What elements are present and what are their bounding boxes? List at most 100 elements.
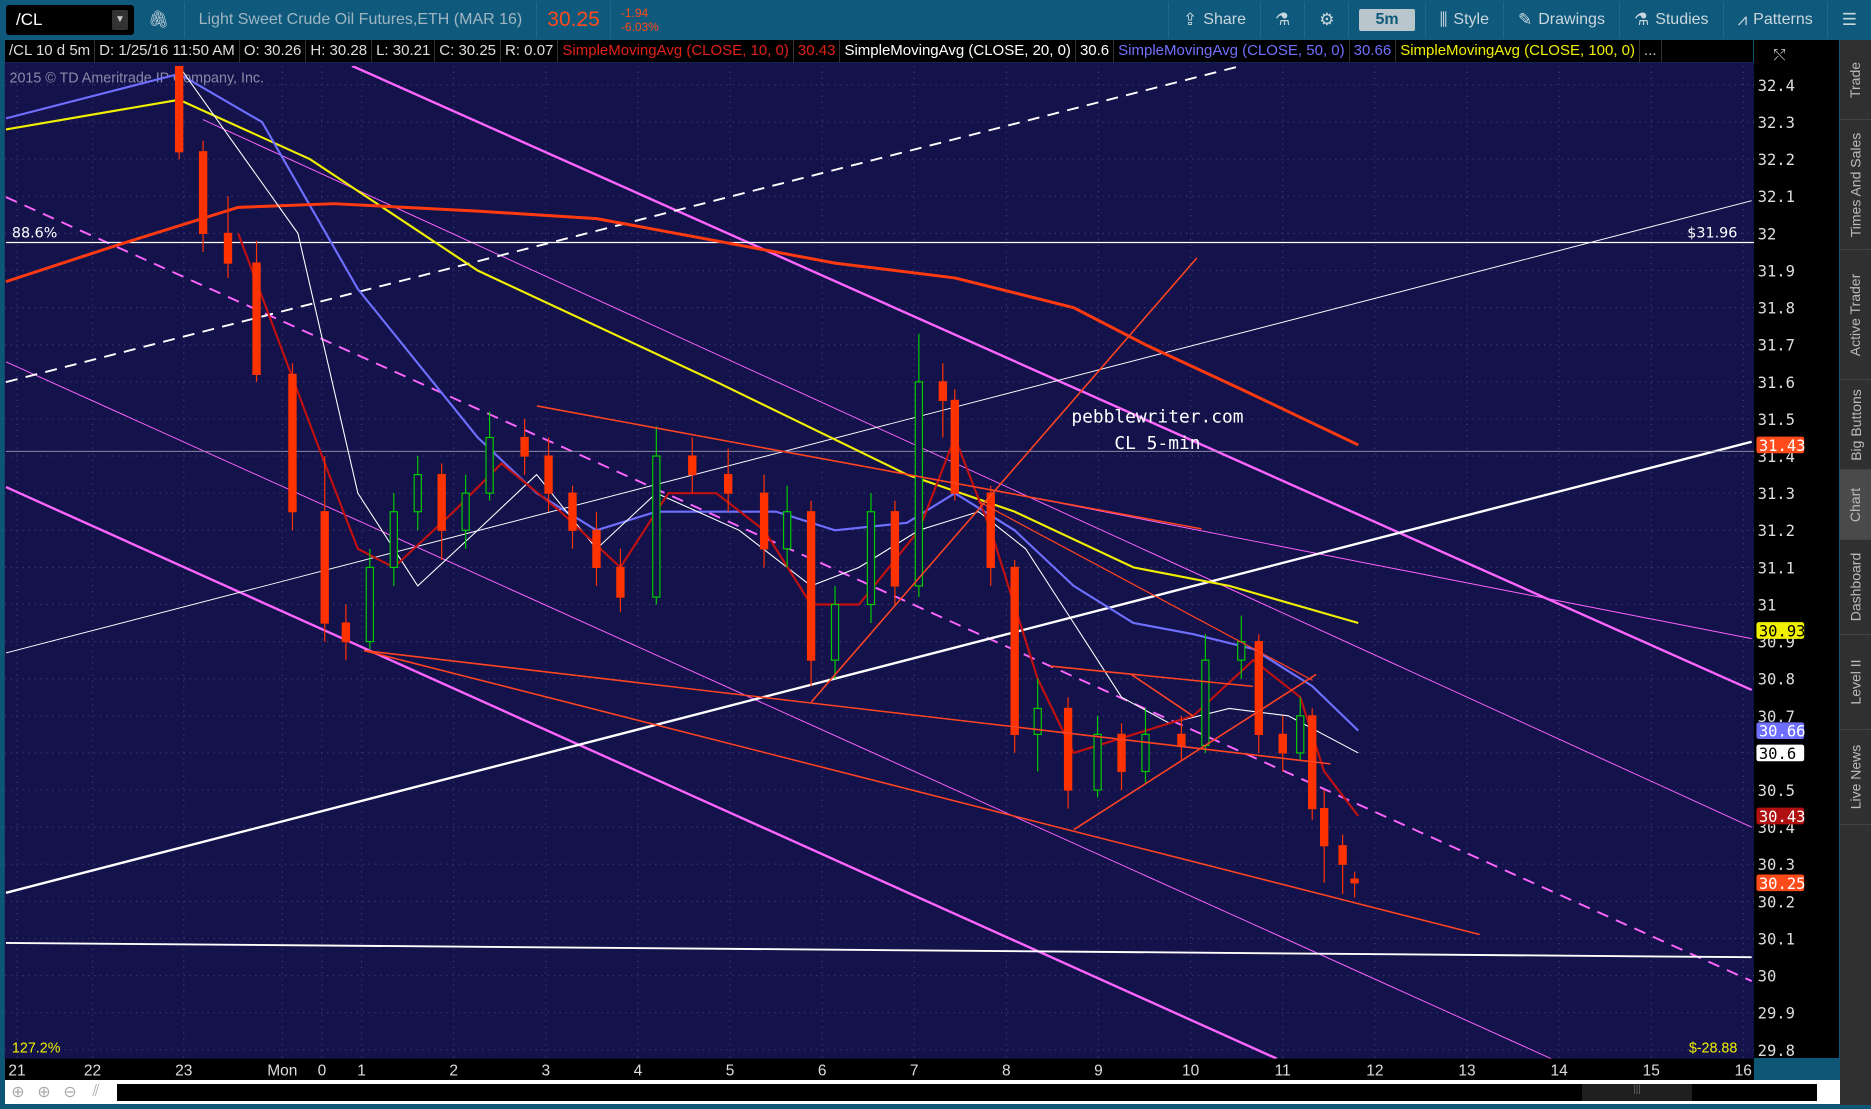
time-axis[interactable] — [5, 1058, 1754, 1080]
candle[interactable] — [1320, 790, 1329, 883]
price-axis[interactable] — [1754, 40, 1839, 1058]
candle[interactable] — [938, 363, 947, 438]
candle[interactable] — [914, 333, 924, 598]
channel-line[interactable] — [5, 485, 1278, 1059]
sidebar-tab-big-buttons[interactable]: Big Buttons — [1840, 380, 1871, 470]
candle[interactable] — [1254, 634, 1263, 753]
trend-line[interactable] — [5, 440, 1752, 894]
sidebar-tab-dashboard[interactable]: Dashboard — [1840, 540, 1871, 635]
candle[interactable] — [320, 456, 329, 642]
study-sma20-label[interactable]: SimpleMovingAvg (CLOSE, 20, 0) — [840, 40, 1076, 62]
candle[interactable] — [198, 140, 208, 252]
candle[interactable] — [341, 604, 351, 661]
candle[interactable] — [437, 463, 446, 560]
candle[interactable] — [950, 389, 959, 501]
sidebar-tab-times-and-sales[interactable]: Times And Sales — [1840, 120, 1871, 250]
candle[interactable] — [1350, 871, 1359, 898]
candle[interactable] — [1296, 697, 1305, 761]
sidebar-tab-live-news[interactable]: Live News — [1840, 730, 1871, 825]
candle[interactable] — [1063, 697, 1073, 809]
candle[interactable] — [806, 500, 816, 687]
channel-line[interactable] — [351, 65, 1753, 692]
trend-line-red[interactable] — [536, 405, 1202, 530]
candle[interactable] — [1338, 834, 1347, 894]
study-sma50-label[interactable]: SimpleMovingAvg (CLOSE, 50, 0) — [1114, 40, 1350, 62]
trend-line-red[interactable] — [363, 649, 1480, 936]
candle[interactable] — [592, 511, 601, 586]
candle[interactable] — [652, 426, 661, 605]
chevron-down-icon[interactable]: ▼ — [112, 10, 128, 30]
bar-open: O: 30.26 — [240, 40, 307, 62]
candle[interactable] — [688, 437, 697, 494]
settings-button[interactable]: ⚙ — [1305, 0, 1348, 40]
timeframe-button[interactable]: 5m — [1359, 9, 1415, 31]
candle[interactable] — [1093, 715, 1102, 798]
candle[interactable] — [485, 411, 494, 501]
trend-line-red[interactable] — [810, 257, 1198, 703]
candle[interactable] — [288, 363, 297, 531]
patterns-button[interactable]: ⩘ Patterns — [1724, 0, 1827, 40]
sidebar-tab-chart[interactable]: Chart — [1840, 470, 1871, 540]
flask-button[interactable]: ⚗ — [1261, 0, 1304, 40]
channel-line-thin[interactable] — [990, 489, 1752, 640]
candle[interactable] — [759, 474, 769, 568]
candle[interactable] — [568, 485, 577, 549]
candle[interactable] — [365, 548, 375, 650]
link-button[interactable]: 🖇 — [134, 0, 184, 40]
trend-line-red[interactable] — [1073, 673, 1317, 831]
candle[interactable] — [461, 474, 470, 549]
trend-line-red[interactable] — [1049, 665, 1253, 688]
candle[interactable] — [890, 500, 900, 605]
candle[interactable] — [544, 437, 553, 512]
style-button[interactable]: ⫼ Style — [1426, 0, 1503, 40]
candle[interactable] — [1278, 715, 1287, 772]
candle[interactable] — [866, 493, 876, 624]
trend-line-red[interactable] — [1130, 673, 1194, 717]
candle[interactable] — [1308, 708, 1317, 820]
candle[interactable] — [1033, 678, 1042, 772]
crosshair-icon[interactable]: ⊕ — [5, 1082, 31, 1102]
drawings-button[interactable]: ✎ Drawings — [1504, 0, 1619, 40]
candle[interactable] — [782, 485, 792, 568]
trend-line[interactable] — [5, 941, 1752, 959]
horizontal-scrollbar[interactable]: ||| — [117, 1084, 1817, 1101]
symbol-selector[interactable]: /CL ▼ — [6, 5, 134, 35]
channel-midline[interactable] — [5, 196, 1753, 982]
candle[interactable] — [1177, 715, 1186, 761]
candle[interactable] — [1201, 634, 1210, 753]
candle[interactable] — [252, 240, 261, 382]
scrollbar-thumb[interactable]: ||| — [1582, 1084, 1692, 1101]
candle[interactable] — [1237, 615, 1246, 679]
candle[interactable] — [830, 585, 840, 679]
price-chart[interactable]: 2015 © TD Ameritrade IP Company, Inc. pe… — [0, 0, 1871, 1109]
study-sma10-label[interactable]: SimpleMovingAvg (CLOSE, 10, 0) — [558, 40, 794, 62]
candle[interactable] — [389, 493, 398, 586]
candle[interactable] — [1141, 708, 1150, 783]
zoom-in-icon[interactable]: ⊕ — [31, 1082, 57, 1102]
zoom-out-icon[interactable]: ⊖ — [57, 1082, 83, 1102]
candle[interactable] — [174, 59, 184, 160]
candle[interactable] — [1117, 723, 1126, 791]
trend-line-red[interactable] — [363, 649, 1331, 765]
trend-line[interactable] — [5, 200, 1752, 654]
channel-line-thin[interactable] — [5, 361, 1552, 1059]
candle[interactable] — [413, 456, 422, 531]
trend-line-red[interactable] — [978, 500, 1313, 681]
study-sma100-label[interactable]: SimpleMovingAvg (CLOSE, 100, 0) — [1396, 40, 1641, 62]
share-button[interactable]: ⇪ Share — [1169, 0, 1260, 40]
sidebar-tab-level-ii[interactable]: Level II — [1840, 635, 1871, 730]
candle[interactable] — [724, 448, 733, 512]
channel-line-thin[interactable] — [202, 119, 1752, 828]
menu-button[interactable]: ☰ — [1828, 0, 1871, 40]
sidebar-tab-trade[interactable]: Trade — [1840, 40, 1871, 120]
studies-button[interactable]: ⚗ Studies — [1620, 0, 1723, 40]
more-studies[interactable]: ... — [1640, 40, 1662, 62]
drawing-tool-icon[interactable]: ⫽ — [83, 1083, 109, 1101]
candle[interactable] — [616, 548, 625, 612]
candle[interactable] — [223, 196, 233, 278]
candle[interactable] — [986, 485, 995, 586]
trend-line-dashed[interactable] — [5, 65, 1242, 384]
candle[interactable] — [520, 418, 529, 475]
candle[interactable] — [1010, 559, 1019, 753]
sidebar-tab-active-trader[interactable]: Active Trader — [1840, 250, 1871, 380]
